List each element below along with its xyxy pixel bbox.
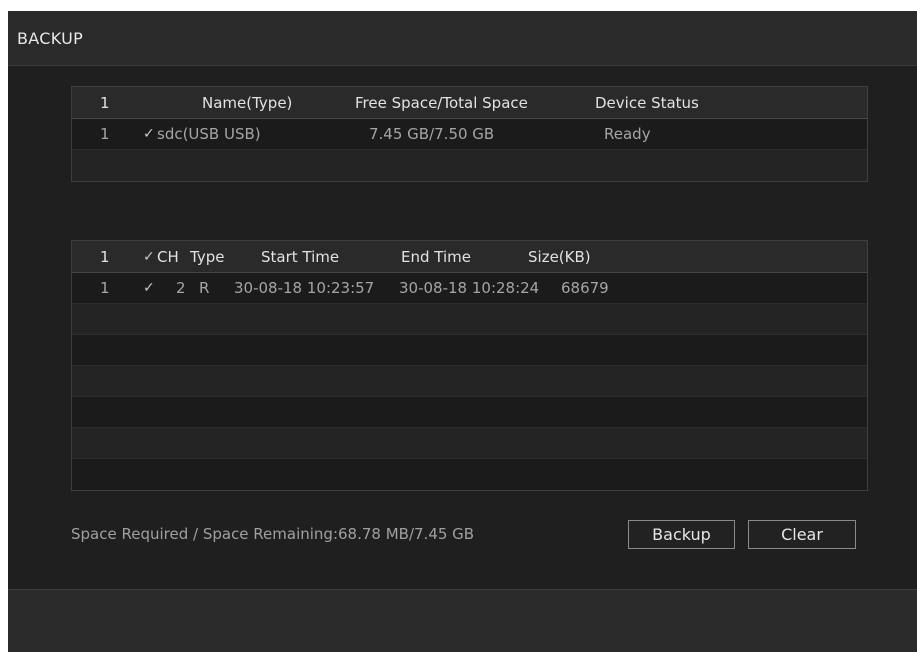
- file-channel: 2: [176, 279, 186, 297]
- file-type: R: [199, 279, 210, 297]
- device-name: sdc(USB USB): [157, 125, 261, 143]
- window-title: BACKUP: [17, 29, 84, 48]
- footer-bar: [8, 589, 917, 652]
- header-device-status[interactable]: Device Status: [595, 94, 699, 112]
- backup-button[interactable]: Backup: [628, 520, 735, 549]
- file-empty-row: [72, 397, 867, 428]
- device-row[interactable]: 1 ✓ sdc(USB USB) 7.45 GB/7.50 GB Ready: [72, 119, 867, 150]
- device-checkbox[interactable]: ✓: [143, 126, 155, 142]
- backup-content: 1 Name(Type) Free Space/Total Space Devi…: [8, 66, 917, 589]
- header-start-time[interactable]: Start Time: [261, 248, 339, 266]
- file-empty-row: [72, 459, 867, 490]
- file-empty-row: [72, 335, 867, 366]
- file-size: 68679: [561, 279, 609, 297]
- file-header-index: 1: [100, 247, 110, 266]
- space-summary: Space Required / Space Remaining:68.78 M…: [71, 525, 475, 543]
- file-empty-row: [72, 428, 867, 459]
- clear-button[interactable]: Clear: [748, 520, 856, 549]
- file-end-time: 30-08-18 10:28:24: [399, 279, 540, 297]
- device-space: 7.45 GB/7.50 GB: [369, 125, 495, 143]
- header-index: 1: [100, 93, 110, 112]
- select-all-checkbox[interactable]: ✓: [143, 249, 155, 265]
- device-table: 1 Name(Type) Free Space/Total Space Devi…: [71, 86, 868, 182]
- device-empty-row: [72, 150, 867, 181]
- device-table-header: 1 Name(Type) Free Space/Total Space Devi…: [72, 87, 867, 119]
- header-type[interactable]: Type: [190, 248, 224, 266]
- file-row-index: 1: [100, 279, 110, 297]
- header-end-time[interactable]: End Time: [401, 248, 471, 266]
- file-empty-row: [72, 304, 867, 335]
- file-table-header: 1 ✓ CH Type Start Time End Time Size(KB): [72, 241, 867, 273]
- device-row-index: 1: [100, 125, 110, 143]
- file-start-time: 30-08-18 10:23:57: [234, 279, 375, 297]
- backup-window: BACKUP 1 Name(Type) Free Space/Total Spa…: [8, 11, 917, 652]
- file-table: 1 ✓ CH Type Start Time End Time Size(KB)…: [71, 240, 868, 491]
- device-status: Ready: [604, 125, 651, 143]
- file-checkbox[interactable]: ✓: [143, 280, 155, 296]
- header-size[interactable]: Size(KB): [528, 248, 591, 266]
- header-name-type[interactable]: Name(Type): [202, 94, 292, 112]
- file-empty-row: [72, 366, 867, 397]
- file-row[interactable]: 1 ✓ 2 R 30-08-18 10:23:57 30-08-18 10:28…: [72, 273, 867, 304]
- title-bar: BACKUP: [8, 11, 917, 66]
- header-ch[interactable]: CH: [157, 248, 179, 266]
- header-free-total-space[interactable]: Free Space/Total Space: [355, 94, 528, 112]
